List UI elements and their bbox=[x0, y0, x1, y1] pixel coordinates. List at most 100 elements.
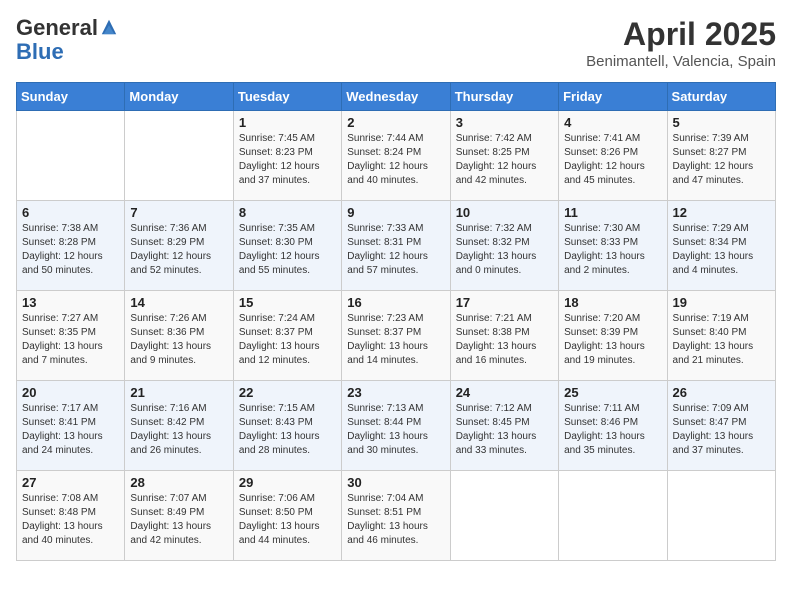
day-info: Sunrise: 7:15 AM Sunset: 8:43 PM Dayligh… bbox=[239, 402, 336, 458]
day-number: 2 bbox=[347, 115, 444, 130]
header: General Blue April 2025 Benimantell, Val… bbox=[16, 16, 776, 70]
day-number: 29 bbox=[239, 475, 336, 490]
day-info: Sunrise: 7:06 AM Sunset: 8:50 PM Dayligh… bbox=[239, 492, 336, 548]
day-info: Sunrise: 7:09 AM Sunset: 8:47 PM Dayligh… bbox=[673, 402, 770, 458]
calendar-cell bbox=[125, 111, 233, 201]
calendar-cell: 1Sunrise: 7:45 AM Sunset: 8:23 PM Daylig… bbox=[233, 111, 341, 201]
day-info: Sunrise: 7:04 AM Sunset: 8:51 PM Dayligh… bbox=[347, 492, 444, 548]
day-number: 22 bbox=[239, 385, 336, 400]
calendar-cell: 15 Sunrise: 7:24 AM Sunset: 8:37 PM Dayli… bbox=[233, 291, 341, 381]
title-area: April 2025 Benimantell, Valencia, Spain bbox=[586, 16, 776, 70]
day-number: 5 bbox=[673, 115, 770, 130]
day-info: Sunrise: 7:20 AM Sunset: 8:39 PM Dayligh… bbox=[564, 312, 661, 368]
day-info: Sunrise: 7:41 AM Sunset: 8:26 PM Dayligh… bbox=[564, 132, 661, 188]
day-number: 15 bbox=[239, 295, 336, 310]
calendar-week-row: 1Sunrise: 7:45 AM Sunset: 8:23 PM Daylig… bbox=[17, 111, 776, 201]
day-info: Sunrise: 7:16 AM Sunset: 8:42 PM Dayligh… bbox=[130, 402, 227, 458]
day-info: Sunrise: 7:27 AM Sunset: 8:35 PM Dayligh… bbox=[22, 312, 119, 368]
day-header-wednesday: Wednesday bbox=[342, 83, 450, 111]
calendar-cell: 11 Sunrise: 7:30 AM Sunset: 8:33 PM Dayli… bbox=[559, 201, 667, 291]
calendar-cell bbox=[17, 111, 125, 201]
day-number: 12 bbox=[673, 205, 770, 220]
day-info: Sunrise: 7:30 AM Sunset: 8:33 PM Dayligh… bbox=[564, 222, 661, 278]
calendar-cell: 3Sunrise: 7:42 AM Sunset: 8:25 PM Daylig… bbox=[450, 111, 558, 201]
day-number: 30 bbox=[347, 475, 444, 490]
day-info: Sunrise: 7:17 AM Sunset: 8:41 PM Dayligh… bbox=[22, 402, 119, 458]
calendar-cell: 21 Sunrise: 7:16 AM Sunset: 8:42 PM Dayli… bbox=[125, 381, 233, 471]
calendar-cell bbox=[450, 471, 558, 561]
day-info: Sunrise: 7:24 AM Sunset: 8:37 PM Dayligh… bbox=[239, 312, 336, 368]
calendar-cell: 24Sunrise: 7:12 AM Sunset: 8:45 PM Dayli… bbox=[450, 381, 558, 471]
calendar-cell: 4 Sunrise: 7:41 AM Sunset: 8:26 PM Daylig… bbox=[559, 111, 667, 201]
calendar-cell: 6Sunrise: 7:38 AM Sunset: 8:28 PM Daylig… bbox=[17, 201, 125, 291]
logo-blue-text: Blue bbox=[16, 40, 118, 64]
day-number: 6 bbox=[22, 205, 119, 220]
day-info: Sunrise: 7:44 AM Sunset: 8:24 PM Dayligh… bbox=[347, 132, 444, 188]
calendar-title: April 2025 bbox=[586, 16, 776, 53]
day-number: 9 bbox=[347, 205, 444, 220]
day-info: Sunrise: 7:36 AM Sunset: 8:29 PM Dayligh… bbox=[130, 222, 227, 278]
logo-general-text: General bbox=[16, 16, 98, 40]
day-header-thursday: Thursday bbox=[450, 83, 558, 111]
calendar-cell: 14 Sunrise: 7:26 AM Sunset: 8:36 PM Dayli… bbox=[125, 291, 233, 381]
day-info: Sunrise: 7:08 AM Sunset: 8:48 PM Dayligh… bbox=[22, 492, 119, 548]
calendar-cell: 17Sunrise: 7:21 AM Sunset: 8:38 PM Dayli… bbox=[450, 291, 558, 381]
day-number: 21 bbox=[130, 385, 227, 400]
day-header-tuesday: Tuesday bbox=[233, 83, 341, 111]
day-number: 3 bbox=[456, 115, 553, 130]
day-header-saturday: Saturday bbox=[667, 83, 775, 111]
day-number: 11 bbox=[564, 205, 661, 220]
day-info: Sunrise: 7:23 AM Sunset: 8:37 PM Dayligh… bbox=[347, 312, 444, 368]
day-number: 19 bbox=[673, 295, 770, 310]
calendar-cell: 27 Sunrise: 7:08 AM Sunset: 8:48 PM Dayli… bbox=[17, 471, 125, 561]
calendar-cell: 30 Sunrise: 7:04 AM Sunset: 8:51 PM Dayli… bbox=[342, 471, 450, 561]
day-number: 16 bbox=[347, 295, 444, 310]
calendar-cell: 5 Sunrise: 7:39 AM Sunset: 8:27 PM Daylig… bbox=[667, 111, 775, 201]
calendar-body: 1Sunrise: 7:45 AM Sunset: 8:23 PM Daylig… bbox=[17, 111, 776, 561]
day-info: Sunrise: 7:33 AM Sunset: 8:31 PM Dayligh… bbox=[347, 222, 444, 278]
day-number: 10 bbox=[456, 205, 553, 220]
day-info: Sunrise: 7:07 AM Sunset: 8:49 PM Dayligh… bbox=[130, 492, 227, 548]
calendar-week-row: 20Sunrise: 7:17 AM Sunset: 8:41 PM Dayli… bbox=[17, 381, 776, 471]
calendar-cell: 25 Sunrise: 7:11 AM Sunset: 8:46 PM Dayli… bbox=[559, 381, 667, 471]
day-number: 13 bbox=[22, 295, 119, 310]
day-info: Sunrise: 7:32 AM Sunset: 8:32 PM Dayligh… bbox=[456, 222, 553, 278]
calendar-cell: 26Sunrise: 7:09 AM Sunset: 8:47 PM Dayli… bbox=[667, 381, 775, 471]
day-number: 23 bbox=[347, 385, 444, 400]
day-info: Sunrise: 7:29 AM Sunset: 8:34 PM Dayligh… bbox=[673, 222, 770, 278]
day-number: 14 bbox=[130, 295, 227, 310]
calendar-cell: 28 Sunrise: 7:07 AM Sunset: 8:49 PM Dayli… bbox=[125, 471, 233, 561]
day-number: 28 bbox=[130, 475, 227, 490]
calendar-cell: 20Sunrise: 7:17 AM Sunset: 8:41 PM Dayli… bbox=[17, 381, 125, 471]
calendar-cell: 19 Sunrise: 7:19 AM Sunset: 8:40 PM Dayli… bbox=[667, 291, 775, 381]
day-number: 17 bbox=[456, 295, 553, 310]
day-info: Sunrise: 7:13 AM Sunset: 8:44 PM Dayligh… bbox=[347, 402, 444, 458]
calendar-subtitle: Benimantell, Valencia, Spain bbox=[586, 53, 776, 70]
day-header-friday: Friday bbox=[559, 83, 667, 111]
calendar-cell: 13 Sunrise: 7:27 AM Sunset: 8:35 PM Dayli… bbox=[17, 291, 125, 381]
day-header-monday: Monday bbox=[125, 83, 233, 111]
day-info: Sunrise: 7:39 AM Sunset: 8:27 PM Dayligh… bbox=[673, 132, 770, 188]
day-number: 4 bbox=[564, 115, 661, 130]
calendar-cell bbox=[559, 471, 667, 561]
day-number: 25 bbox=[564, 385, 661, 400]
day-number: 27 bbox=[22, 475, 119, 490]
calendar-table: SundayMondayTuesdayWednesdayThursdayFrid… bbox=[16, 82, 776, 561]
day-info: Sunrise: 7:26 AM Sunset: 8:36 PM Dayligh… bbox=[130, 312, 227, 368]
calendar-cell: 23 Sunrise: 7:13 AM Sunset: 8:44 PM Dayli… bbox=[342, 381, 450, 471]
day-info: Sunrise: 7:19 AM Sunset: 8:40 PM Dayligh… bbox=[673, 312, 770, 368]
day-number: 1 bbox=[239, 115, 336, 130]
calendar-cell: 16 Sunrise: 7:23 AM Sunset: 8:37 PM Dayli… bbox=[342, 291, 450, 381]
calendar-cell bbox=[667, 471, 775, 561]
calendar-cell: 9 Sunrise: 7:33 AM Sunset: 8:31 PM Daylig… bbox=[342, 201, 450, 291]
calendar-cell: 7Sunrise: 7:36 AM Sunset: 8:29 PM Daylig… bbox=[125, 201, 233, 291]
calendar-header-row: SundayMondayTuesdayWednesdayThursdayFrid… bbox=[17, 83, 776, 111]
day-number: 18 bbox=[564, 295, 661, 310]
day-info: Sunrise: 7:11 AM Sunset: 8:46 PM Dayligh… bbox=[564, 402, 661, 458]
calendar-cell: 29 Sunrise: 7:06 AM Sunset: 8:50 PM Dayli… bbox=[233, 471, 341, 561]
calendar-cell: 22 Sunrise: 7:15 AM Sunset: 8:43 PM Dayli… bbox=[233, 381, 341, 471]
calendar-cell: 8Sunrise: 7:35 AM Sunset: 8:30 PM Daylig… bbox=[233, 201, 341, 291]
calendar-week-row: 6Sunrise: 7:38 AM Sunset: 8:28 PM Daylig… bbox=[17, 201, 776, 291]
calendar-week-row: 27 Sunrise: 7:08 AM Sunset: 8:48 PM Dayli… bbox=[17, 471, 776, 561]
calendar-cell: 2 Sunrise: 7:44 AM Sunset: 8:24 PM Daylig… bbox=[342, 111, 450, 201]
